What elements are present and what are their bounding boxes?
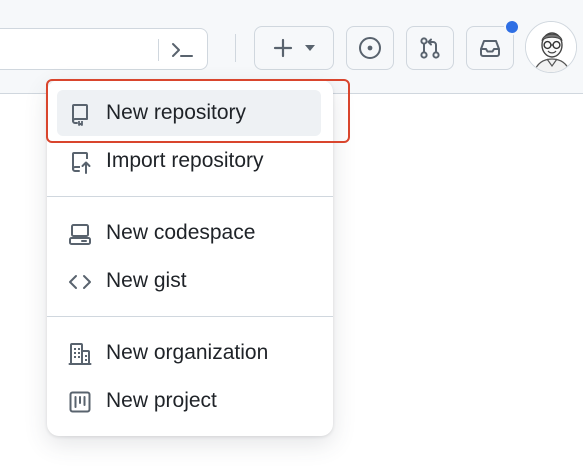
search-field[interactable]: [0, 28, 208, 70]
menu-item-new-project[interactable]: New project: [57, 378, 321, 424]
menu-item-new-organization[interactable]: New organization: [57, 330, 321, 376]
organization-icon: [68, 342, 92, 366]
issues-button[interactable]: [346, 26, 394, 70]
code-icon: [68, 270, 92, 294]
git-pull-request-icon: [418, 36, 442, 60]
triangle-down-icon: [304, 44, 316, 52]
header-divider: [235, 34, 236, 62]
menu-item-new-gist[interactable]: New gist: [57, 258, 321, 304]
user-avatar[interactable]: [525, 21, 577, 73]
selection-highlight-box: [46, 79, 350, 143]
menu-item-label: New gist: [106, 269, 187, 292]
command-palette-icon[interactable]: [170, 38, 196, 62]
plus-icon: [272, 37, 294, 59]
pull-requests-button[interactable]: [406, 26, 454, 70]
menu-item-label: New project: [106, 389, 217, 412]
menu-item-new-codespace[interactable]: New codespace: [57, 210, 321, 256]
create-new-button[interactable]: [254, 26, 334, 70]
menu-item-label: Import repository: [106, 149, 264, 172]
codespaces-icon: [68, 222, 92, 246]
notification-indicator: [504, 19, 520, 35]
repo-push-icon: [68, 150, 92, 174]
inbox-icon: [478, 36, 502, 60]
menu-item-import-repository[interactable]: Import repository: [57, 138, 321, 184]
search-divider: [158, 39, 159, 61]
project-icon: [68, 390, 92, 414]
menu-item-label: New organization: [106, 341, 269, 364]
issue-opened-icon: [358, 36, 382, 60]
menu-divider: [47, 316, 333, 317]
menu-item-label: New codespace: [106, 221, 256, 244]
menu-divider: [47, 196, 333, 197]
